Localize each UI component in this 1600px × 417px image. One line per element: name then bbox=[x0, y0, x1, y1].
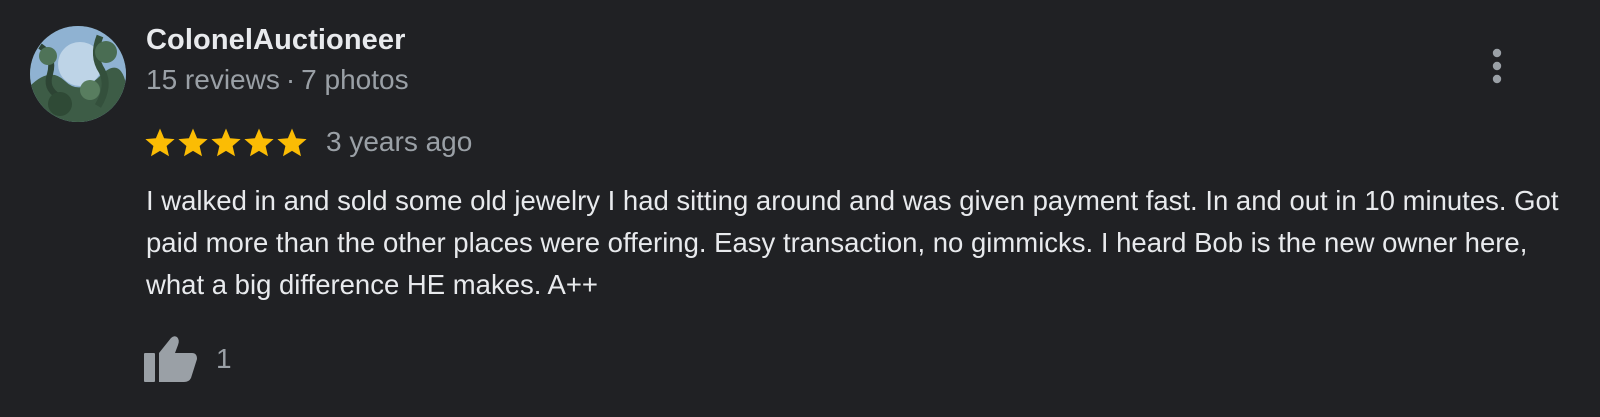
like-count: 1 bbox=[216, 343, 232, 374]
rating-row: 3 years ago bbox=[144, 122, 472, 162]
more-vert-icon bbox=[1492, 48, 1502, 84]
like-button[interactable]: 1 bbox=[144, 334, 232, 384]
star-icon bbox=[210, 127, 242, 158]
thumbs-up-icon bbox=[144, 336, 197, 382]
author-name[interactable]: ColonelAuctioneer bbox=[146, 24, 406, 57]
star-icon bbox=[144, 127, 176, 158]
avatar[interactable] bbox=[30, 26, 126, 122]
avatar-image bbox=[30, 26, 126, 122]
more-options-button[interactable] bbox=[1480, 46, 1514, 86]
star-icon bbox=[243, 127, 275, 158]
star-icon bbox=[177, 127, 209, 158]
review-date: 3 years ago bbox=[326, 126, 473, 157]
star-rating bbox=[144, 127, 308, 158]
star-icon bbox=[276, 127, 308, 158]
review-card: ColonelAuctioneer 15 reviews · 7 photos 3 … bbox=[0, 0, 1600, 417]
review-text: I walked in and sold some old jewelry I … bbox=[146, 185, 1559, 300]
photos-count: 7 photos bbox=[301, 64, 409, 95]
author-meta: 15 reviews · 7 photos bbox=[146, 64, 409, 96]
meta-separator: · bbox=[285, 64, 296, 95]
reviews-count: 15 reviews bbox=[146, 64, 280, 95]
